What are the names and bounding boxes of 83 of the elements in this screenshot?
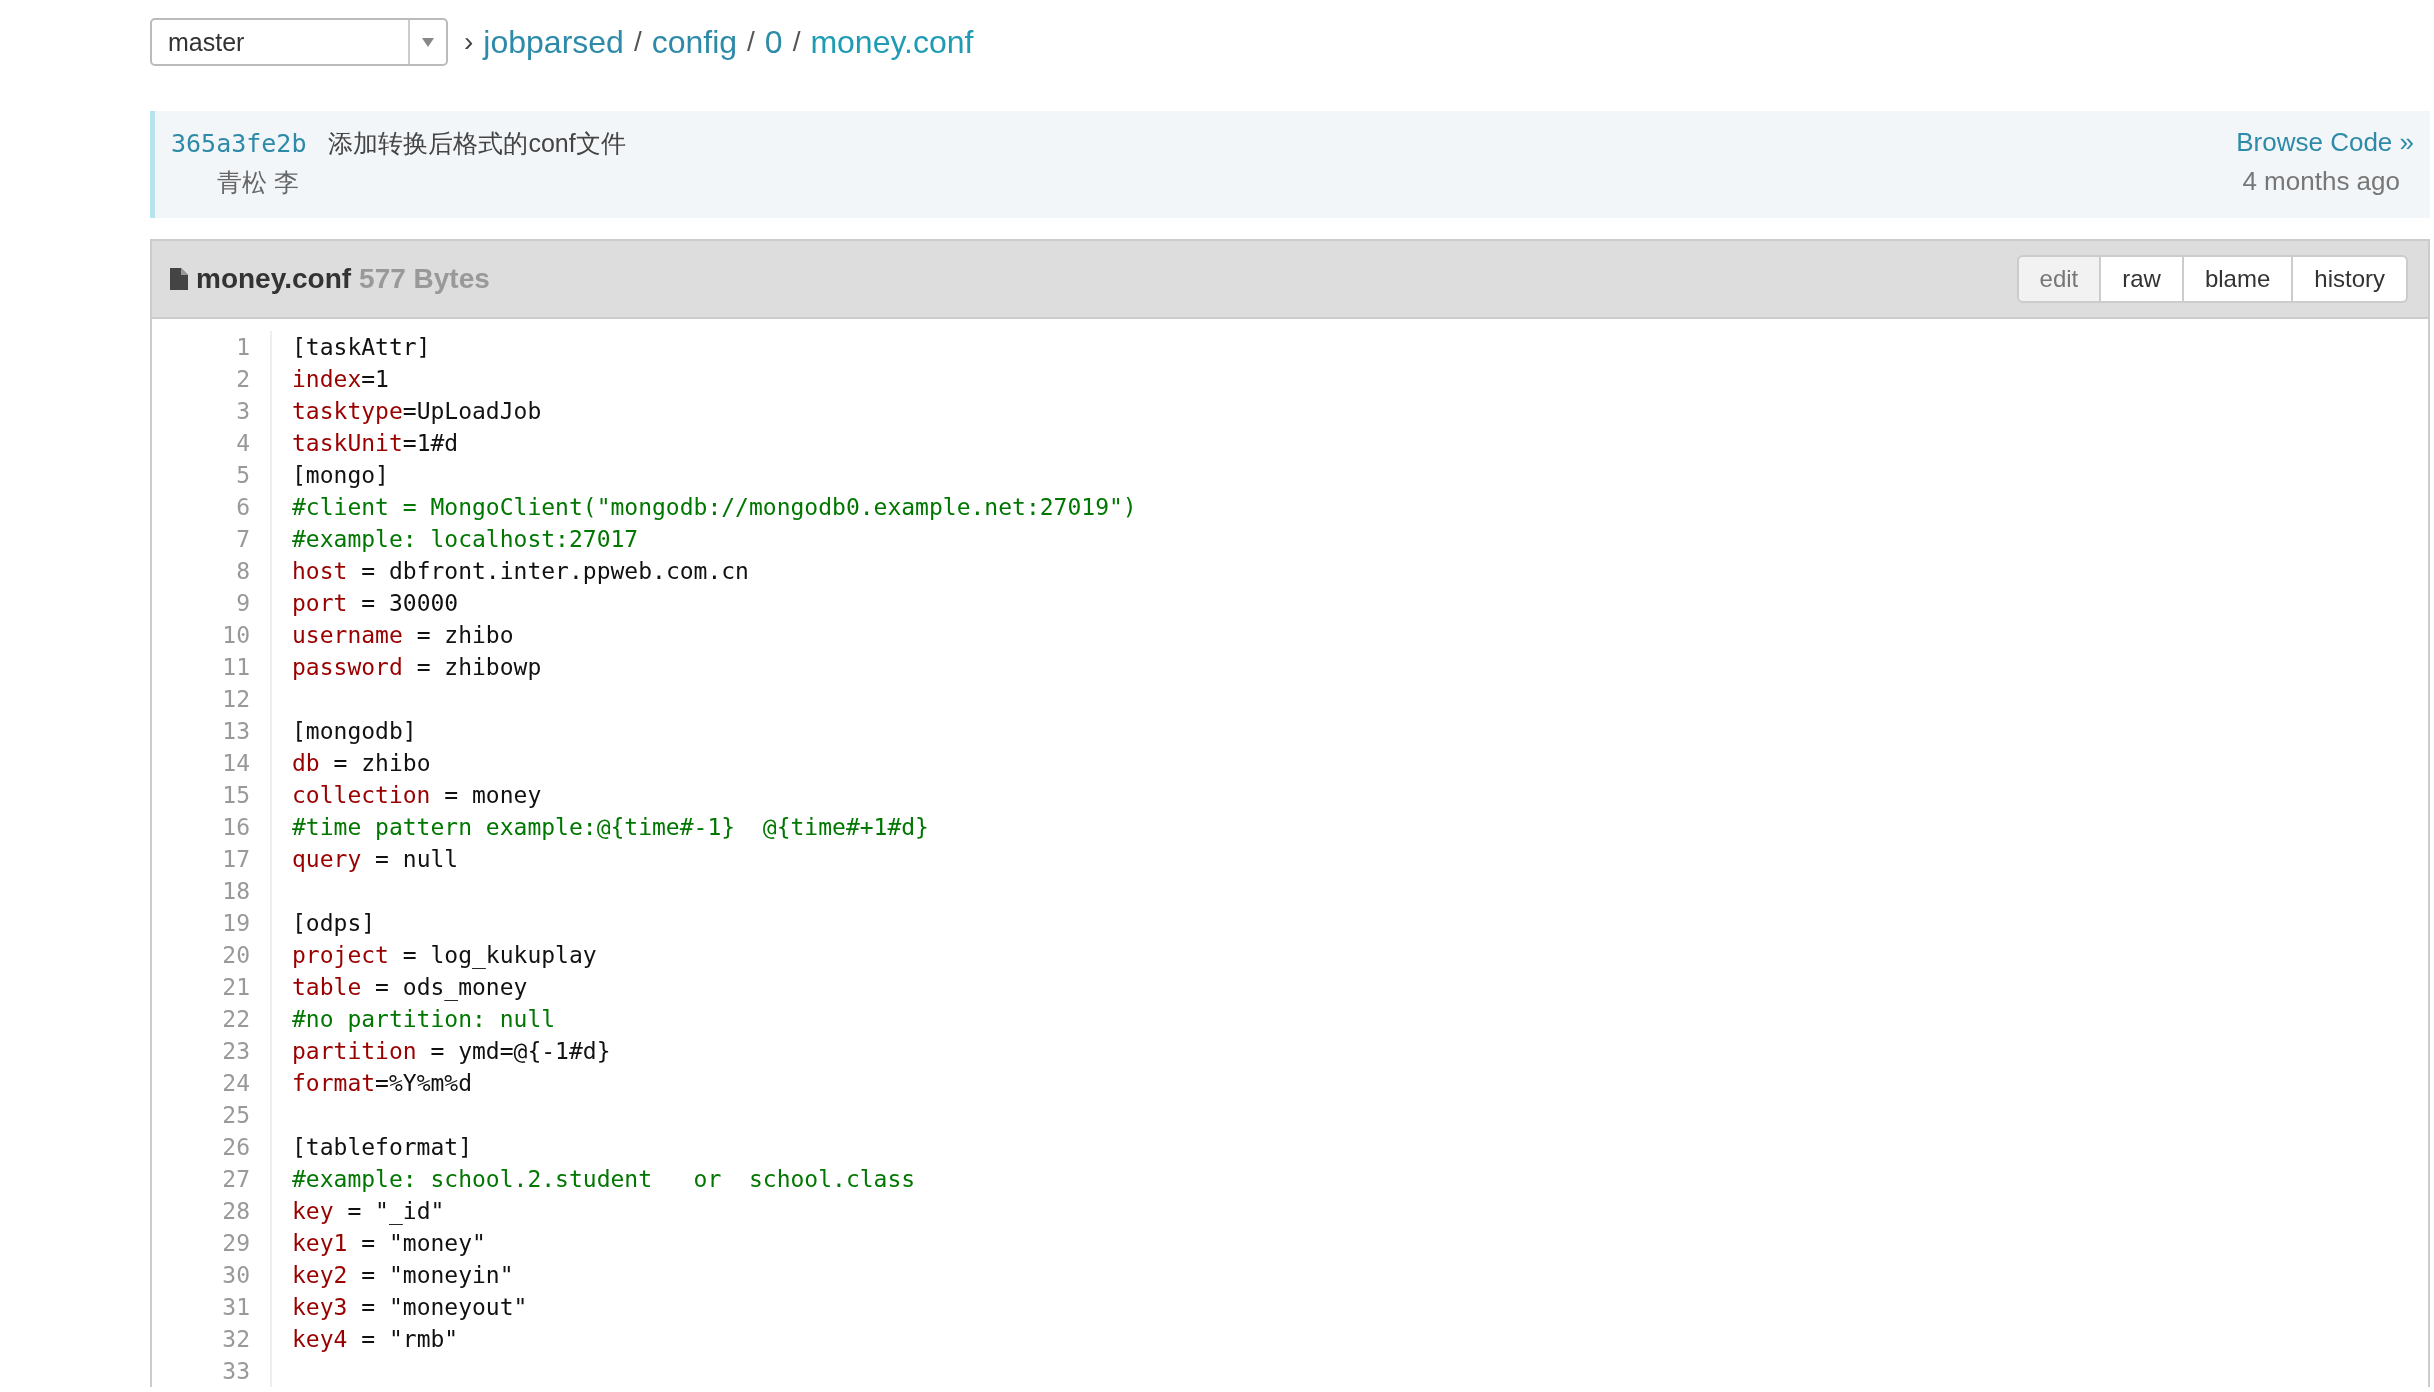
line-number: 1	[236, 333, 250, 362]
code-line: username = zhibo	[292, 621, 515, 650]
line-number: 27	[222, 1165, 250, 1194]
line-number: 20	[222, 941, 250, 970]
line-number: 18	[222, 877, 250, 906]
path-divider: /	[747, 26, 755, 58]
line-number: 11	[222, 653, 250, 682]
file-action-button[interactable]: history	[2293, 255, 2408, 303]
code-line: host = dbfront.inter.ppweb.com.cn	[292, 557, 750, 586]
code-line: db = zhibo	[292, 749, 432, 778]
line-number: 19	[222, 909, 250, 938]
line-number: 26	[222, 1133, 250, 1162]
code-comment: #example: school.2.student or school.class	[292, 1165, 917, 1194]
line-number: 14	[222, 749, 250, 778]
line-number: 8	[236, 557, 250, 586]
file-action-button[interactable]: blame	[2183, 255, 2294, 303]
line-number: 5	[236, 461, 250, 490]
path-divider: /	[792, 26, 801, 58]
line-number: 30	[222, 1261, 250, 1290]
line-number: 17	[222, 845, 250, 874]
line-number: 15	[222, 781, 250, 810]
file-name: money.conf	[196, 263, 352, 295]
code-comment: #no partition: null	[292, 1005, 557, 1034]
code-line: collection = money	[292, 781, 543, 810]
code-line: port = 30000	[292, 589, 460, 618]
code-line: [mongodb]	[292, 717, 418, 746]
line-number: 22	[222, 1005, 250, 1034]
line-number: 2	[236, 365, 250, 394]
file-size: 577 Bytes	[359, 263, 490, 295]
line-number: 33	[222, 1357, 250, 1386]
breadcrumb-separator: ›	[464, 26, 474, 58]
line-number: 29	[222, 1229, 250, 1258]
code-line: tasktype=UpLoadJob	[292, 397, 543, 426]
code-line: [odps]	[292, 909, 377, 938]
code-line: [tableformat]	[292, 1133, 473, 1162]
branch-select[interactable]: master	[150, 18, 448, 66]
code-line: query = null	[292, 845, 460, 874]
code-comment: #time pattern example:@{time#-1} @{time#+1#d}	[292, 813, 930, 842]
code-line: [taskAttr]	[292, 333, 432, 362]
commit-sha-link[interactable]: 365a3fe2b	[171, 129, 307, 158]
code-line: project = log_kukuplay	[292, 941, 598, 971]
code-line: taskUnit=1#d	[292, 429, 460, 458]
code-line: index=1	[292, 365, 390, 394]
commit-time: 4 months ago	[2242, 166, 2401, 197]
caret-icon	[422, 37, 434, 47]
breadcrumb-link[interactable]: config	[651, 23, 738, 61]
code-line: format=%Y%m%d	[292, 1069, 474, 1098]
commit-message: 添加转换后格式的conf文件	[328, 128, 626, 159]
line-number: 32	[222, 1325, 250, 1354]
line-number: 6	[236, 493, 250, 522]
breadcrumb-link[interactable]: 0	[764, 23, 783, 61]
path-divider: /	[633, 26, 642, 58]
code-line: key3 = "moneyout"	[292, 1293, 529, 1322]
code-line: key4 = "rmb"	[292, 1325, 460, 1354]
code-line: key = "_id"	[292, 1197, 446, 1227]
commit-author: 青松 李	[216, 167, 300, 198]
line-number: 10	[222, 621, 250, 650]
line-number: 12	[222, 685, 250, 714]
file-action-button[interactable]: raw	[2101, 255, 2184, 303]
code-line: key2 = "moneyin"	[292, 1261, 515, 1290]
code-line: table = ods_money	[292, 973, 529, 1003]
line-number: 23	[222, 1037, 250, 1066]
line-number: 31	[222, 1293, 250, 1322]
line-number: 24	[222, 1069, 250, 1098]
code-comment: #example: localhost:27017	[292, 525, 640, 554]
line-number: 4	[236, 429, 250, 458]
line-number: 9	[236, 589, 250, 618]
line-number: 7	[236, 525, 250, 554]
line-number: 16	[222, 813, 250, 842]
code-comment: #client = MongoClient("mongodb://mongodb0.example.net:27019")	[292, 493, 1137, 522]
breadcrumb-link[interactable]: jobparsed	[483, 23, 624, 61]
browse-code-link[interactable]: Browse Code »	[2236, 127, 2414, 158]
line-number: 21	[222, 973, 250, 1002]
code-line: partition = ymd=@{-1#d}	[292, 1037, 612, 1066]
code-line: [mongo]	[292, 461, 390, 490]
code-line: key1 = "money"	[292, 1229, 487, 1258]
breadcrumb-link[interactable]: money.conf	[810, 23, 974, 61]
line-number: 25	[222, 1101, 250, 1130]
code-line: password = zhibowp	[292, 653, 543, 682]
line-number: 28	[222, 1197, 250, 1226]
line-number: 3	[236, 397, 250, 426]
line-number: 13	[222, 717, 250, 746]
file-icon	[170, 268, 188, 290]
